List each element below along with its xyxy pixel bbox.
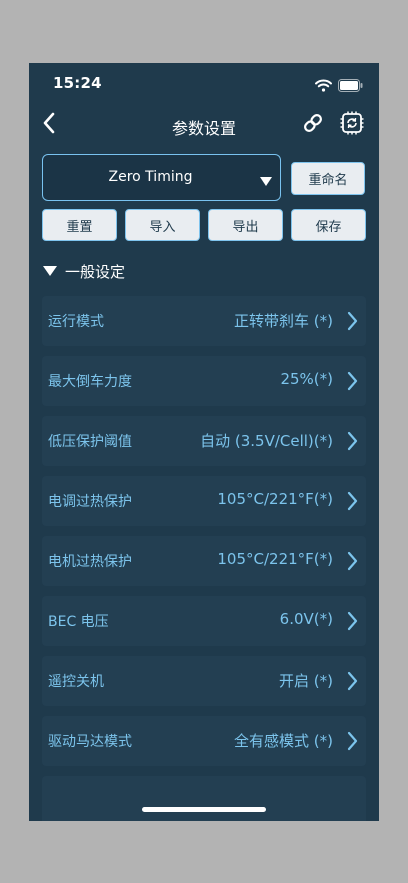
setting-row-remote-shutdown[interactable]: 遥控关机 开启 (*)	[42, 656, 366, 706]
setting-label: 遥控关机	[48, 674, 104, 690]
setting-value: 开启 (*)	[279, 672, 333, 690]
chevron-right-icon	[347, 731, 358, 755]
setting-label: 电机过热保护	[48, 554, 132, 570]
setting-row-esc-thermal[interactable]: 电调过热保护 105°C/221°F(*)	[42, 476, 366, 526]
chevron-right-icon	[347, 551, 358, 575]
status-time: 15:24	[53, 74, 102, 92]
setting-label: BEC 电压	[48, 614, 109, 630]
link-button[interactable]	[299, 111, 327, 139]
setting-value: 全有感模式 (*)	[234, 732, 333, 750]
device-sync-button[interactable]	[337, 111, 367, 139]
setting-row-motor-thermal[interactable]: 电机过热保护 105°C/221°F(*)	[42, 536, 366, 586]
setting-label: 低压保护阈值	[48, 434, 132, 450]
chevron-right-icon	[347, 311, 358, 335]
setting-value: 6.0V(*)	[279, 610, 333, 628]
triangle-down-icon	[43, 263, 57, 281]
setting-row-partial[interactable]	[42, 776, 366, 821]
chevron-right-icon	[347, 431, 358, 455]
wifi-icon	[315, 77, 332, 96]
app-screen: 15:24 参数设置 Zero Timing 重命名 重置 导入 导出 保存 一…	[29, 63, 379, 821]
setting-value: 105°C/221°F(*)	[217, 490, 333, 508]
setting-row-low-voltage[interactable]: 低压保护阈值 自动 (3.5V/Cell)(*)	[42, 416, 366, 466]
setting-row-run-mode[interactable]: 运行模式 正转带刹车 (*)	[42, 296, 366, 346]
section-general-toggle[interactable]: 一般设定	[43, 261, 125, 282]
reset-button[interactable]: 重置	[42, 209, 117, 241]
setting-label: 电调过热保护	[48, 494, 132, 510]
setting-row-bec-voltage[interactable]: BEC 电压 6.0V(*)	[42, 596, 366, 646]
import-button[interactable]: 导入	[125, 209, 200, 241]
link-icon	[302, 112, 324, 138]
home-indicator	[142, 807, 266, 812]
chevron-right-icon	[347, 671, 358, 695]
chevron-right-icon	[347, 371, 358, 395]
setting-value: 自动 (3.5V/Cell)(*)	[200, 432, 333, 450]
status-icons	[315, 77, 363, 96]
rename-button[interactable]: 重命名	[291, 162, 365, 195]
chevron-right-icon	[347, 491, 358, 515]
setting-row-max-reverse[interactable]: 最大倒车力度 25%(*)	[42, 356, 366, 406]
status-bar: 15:24	[29, 63, 379, 107]
setting-value: 25%(*)	[280, 370, 333, 388]
setting-row-drive-motor-mode[interactable]: 驱动马达模式 全有感模式 (*)	[42, 716, 366, 766]
nav-bar: 参数设置	[29, 107, 379, 143]
setting-value: 正转带刹车 (*)	[234, 312, 333, 330]
chip-sync-icon	[340, 111, 364, 139]
section-title: 一般设定	[65, 263, 126, 281]
save-button[interactable]: 保存	[291, 209, 366, 241]
caret-down-icon	[260, 172, 272, 191]
battery-icon	[338, 77, 363, 96]
setting-label: 最大倒车力度	[48, 374, 132, 390]
setting-label: 运行模式	[48, 314, 104, 330]
profile-selected-value: Zero Timing	[108, 169, 193, 185]
setting-value: 105°C/221°F(*)	[217, 550, 333, 568]
profile-dropdown[interactable]: Zero Timing	[42, 154, 281, 201]
export-button[interactable]: 导出	[208, 209, 283, 241]
chevron-right-icon	[347, 611, 358, 635]
setting-label: 驱动马达模式	[48, 734, 132, 750]
